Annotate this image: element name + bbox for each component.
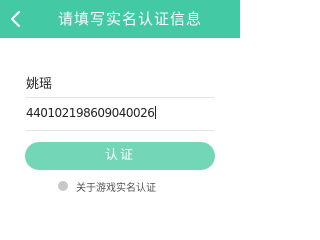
verify-button[interactable]: 认证 [25,142,215,170]
text-cursor [155,106,157,119]
radio-icon[interactable] [58,181,68,191]
about-realname-label: 关于游戏实名认证 [76,183,156,194]
id-field-divider [26,130,214,131]
back-chevron-icon[interactable] [9,11,23,27]
header-bar: 请填写实名认证信息 [0,0,240,38]
name-field[interactable]: 姚瑶 [26,73,52,92]
name-field-divider [26,97,214,98]
page-title: 请填写实名认证信息 [57,10,202,28]
id-number-text: 440102198609040026 [26,106,155,120]
id-number-field[interactable]: 440102198609040026 [26,106,157,120]
